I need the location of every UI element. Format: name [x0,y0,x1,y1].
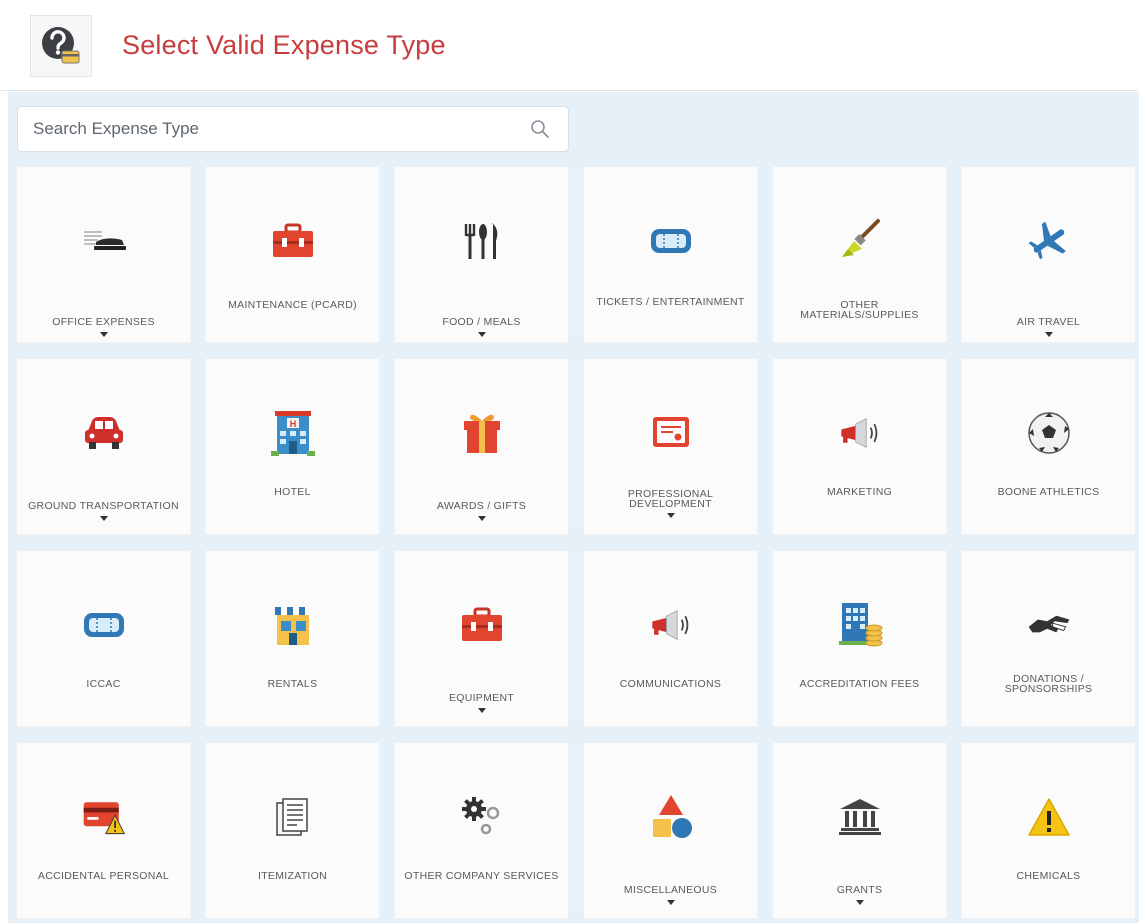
expense-tile-label: EQUIPMENT [448,692,515,704]
chevron-down-icon[interactable] [666,513,675,518]
expense-tile-label: BOONE ATHLETICS [997,486,1100,498]
airplane-icon [1025,217,1073,265]
expense-tile-label: TICKETS / ENTERTAINMENT [596,296,745,308]
chevron-down-icon[interactable] [477,332,486,337]
chevron-down-icon[interactable] [477,516,486,521]
chevron-down-icon[interactable] [99,516,108,521]
gift-icon [458,409,506,457]
expense-tile-label: COMMUNICATIONS [619,678,722,690]
expense-tile-hotel[interactable]: H HOTEL [206,359,379,534]
expense-tile-professional-development[interactable]: PROFESSIONAL DEVELOPMENT [584,359,757,534]
expense-tile-miscellaneous[interactable]: MISCELLANEOUS [584,743,757,918]
expense-tile-label: OFFICE EXPENSES [52,316,155,328]
dialog-title: Select Valid Expense Type [122,30,446,60]
expense-tile-label: FOOD / MEALS [442,316,521,328]
expense-tile-chemicals[interactable]: CHEMICALS [962,743,1135,918]
bank-icon [836,793,884,841]
expense-tile-label: MARKETING [826,486,893,498]
chevron-down-icon[interactable] [1044,332,1053,337]
certificate-icon [647,409,695,457]
expense-tile-label: AIR TRAVEL [1016,316,1081,328]
car-icon [80,409,128,457]
search-box[interactable] [17,106,569,152]
expense-tile-label: RENTALS [267,678,318,690]
expense-tile-label: MISCELLANEOUS [623,884,718,896]
handshake-icon [1025,601,1073,649]
expense-tile-label: ICCAC [86,678,121,690]
expense-tile-label: ACCREDITATION FEES [799,678,920,690]
expense-tile-air-travel[interactable]: AIR TRAVEL [962,167,1135,342]
building-coins-icon [836,601,884,649]
expense-tile-label: AWARDS / GIFTS [436,500,527,512]
expense-tile-equipment[interactable]: EQUIPMENT [395,551,568,726]
megaphone-icon [836,409,884,457]
chevron-down-icon[interactable] [855,900,864,905]
expense-tile-label: MAINTENANCE (PCARD) [228,299,357,311]
expense-tile-accidental-personal[interactable]: ACCIDENTAL PERSONAL [17,743,190,918]
expense-tile-office-expenses[interactable]: OFFICE EXPENSES [17,167,190,342]
soccer-ball-icon [1025,409,1073,457]
expense-tile-label: ACCIDENTAL PERSONAL [37,870,170,882]
expense-tile-accreditation-fees[interactable]: ACCREDITATION FEES [773,551,946,726]
paintbrush-icon [836,217,884,265]
expense-tile-rentals[interactable]: RENTALS [206,551,379,726]
credit-card-warning-icon [80,793,128,841]
gears-icon [458,793,506,841]
expense-tile-other-company-services[interactable]: OTHER COMPANY SERVICES [395,743,568,918]
expense-tile-grants[interactable]: GRANTS [773,743,946,918]
expense-tile-iccac[interactable]: ICCAC [17,551,190,726]
expense-tile-label: GRANTS [836,884,883,896]
expense-tile-label: OTHER MATERIALS/SUPPLIES [800,299,919,321]
ticket-icon [647,217,695,265]
expense-tile-ground-transportation[interactable]: GROUND TRANSPORTATION [17,359,190,534]
expense-tile-other-materials-supplies[interactable]: OTHER MATERIALS/SUPPLIES [773,167,946,342]
chevron-down-icon[interactable] [99,332,108,337]
expense-tile-label: DONATIONS / SPONSORSHIPS [1004,673,1093,695]
toolbox-icon [269,217,317,265]
toolbox-icon [458,601,506,649]
dialog-header: Select Valid Expense Type [0,0,1139,91]
svg-text:H: H [289,419,296,429]
expense-tile-label: HOTEL [274,486,311,498]
expense-type-grid: OFFICE EXPENSES MAINTENANCE (PCARD) FOOD /… [17,167,1135,918]
expense-tile-marketing[interactable]: MARKETING [773,359,946,534]
expense-tile-maintenance-pcard[interactable]: MAINTENANCE (PCARD) [206,167,379,342]
shapes-icon [647,793,695,841]
search-input[interactable] [18,107,518,151]
search-icon[interactable] [530,119,550,139]
expense-tile-label: CHEMICALS [1016,870,1081,882]
warning-icon [1025,793,1073,841]
ticket-icon [80,601,128,649]
expense-tile-food-meals[interactable]: FOOD / MEALS [395,167,568,342]
storefront-icon [269,601,317,649]
expense-tile-boone-athletics[interactable]: BOONE ATHLETICS [962,359,1135,534]
expense-tile-tickets-entertainment[interactable]: TICKETS / ENTERTAINMENT [584,167,757,342]
documents-icon [269,793,317,841]
chevron-down-icon[interactable] [666,900,675,905]
expense-tile-awards-gifts[interactable]: AWARDS / GIFTS [395,359,568,534]
stapler-icon [80,217,128,265]
expense-tile-label: ITEMIZATION [257,870,328,882]
expense-tile-donations-sponsorships[interactable]: DONATIONS / SPONSORSHIPS [962,551,1135,726]
expense-tile-itemization[interactable]: ITEMIZATION [206,743,379,918]
megaphone-icon [647,601,695,649]
hotel-icon: H [269,409,317,457]
question-help-icon [30,15,92,77]
expense-tile-label: OTHER COMPANY SERVICES [404,870,559,882]
expense-tile-communications[interactable]: COMMUNICATIONS [584,551,757,726]
expense-tile-label: GROUND TRANSPORTATION [28,500,179,512]
cutlery-icon [458,217,506,265]
expense-tile-label: PROFESSIONAL DEVELOPMENT [627,488,714,510]
chevron-down-icon[interactable] [477,708,486,713]
